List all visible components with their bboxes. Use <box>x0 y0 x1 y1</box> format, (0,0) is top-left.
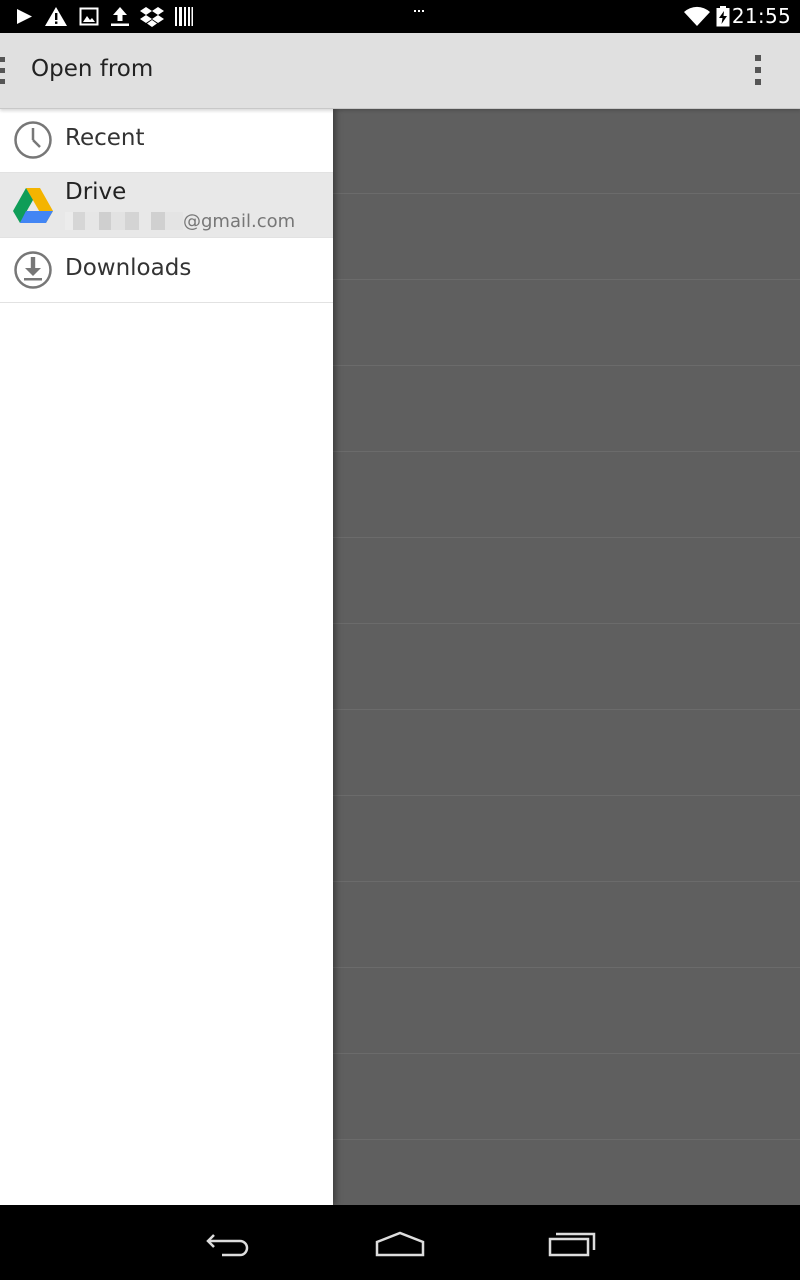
list-row <box>333 108 800 194</box>
list-row <box>333 538 800 624</box>
download-icon <box>14 251 52 289</box>
list-row <box>333 624 800 710</box>
recent-apps-button[interactable] <box>544 1225 600 1261</box>
navigation-bar <box>0 1205 800 1280</box>
clock-icon <box>14 121 52 159</box>
back-button[interactable] <box>202 1225 258 1261</box>
drawer-toggle-icon[interactable] <box>0 57 6 85</box>
list-row <box>333 452 800 538</box>
barcode-icon <box>175 7 193 26</box>
roots-drawer: Recent Drive @gmail.com Downloads <box>0 108 333 1205</box>
action-bar: Open from <box>0 33 800 109</box>
root-item-drive[interactable]: Drive @gmail.com <box>0 173 333 238</box>
home-button[interactable] <box>372 1225 428 1261</box>
battery-icon <box>716 6 730 27</box>
dropbox-icon <box>140 7 164 27</box>
list-row <box>333 194 800 280</box>
warning-icon <box>45 7 67 26</box>
account-email: @gmail.com <box>65 211 295 232</box>
status-time: 21:55 <box>731 4 791 28</box>
list-row <box>333 1054 800 1140</box>
overflow-menu-button[interactable] <box>746 55 770 87</box>
list-row <box>333 968 800 1054</box>
upload-icon <box>111 7 129 26</box>
overflow-dot <box>755 67 761 73</box>
redacted-username <box>65 212 183 230</box>
root-item-downloads[interactable]: Downloads <box>0 238 333 303</box>
status-bar: 21:55 <box>0 0 800 33</box>
image-icon <box>79 7 99 26</box>
list-row <box>333 280 800 366</box>
dimmed-content-scrim[interactable] <box>333 108 800 1205</box>
root-item-label: Drive <box>65 179 127 205</box>
email-domain: @gmail.com <box>183 211 296 232</box>
list-row <box>333 882 800 968</box>
list-row <box>333 710 800 796</box>
google-drive-icon <box>13 188 53 223</box>
wifi-icon <box>684 6 710 26</box>
root-item-label: Downloads <box>65 255 192 281</box>
overflow-dot <box>755 55 761 61</box>
play-icon <box>17 9 32 24</box>
list-row <box>333 796 800 882</box>
list-row <box>333 366 800 452</box>
notification-dots-icon <box>414 10 424 12</box>
page-title: Open from <box>31 56 154 82</box>
list-row <box>333 1140 800 1205</box>
root-item-label: Recent <box>65 125 145 151</box>
overflow-dot <box>755 79 761 85</box>
root-item-recent[interactable]: Recent <box>0 108 333 173</box>
